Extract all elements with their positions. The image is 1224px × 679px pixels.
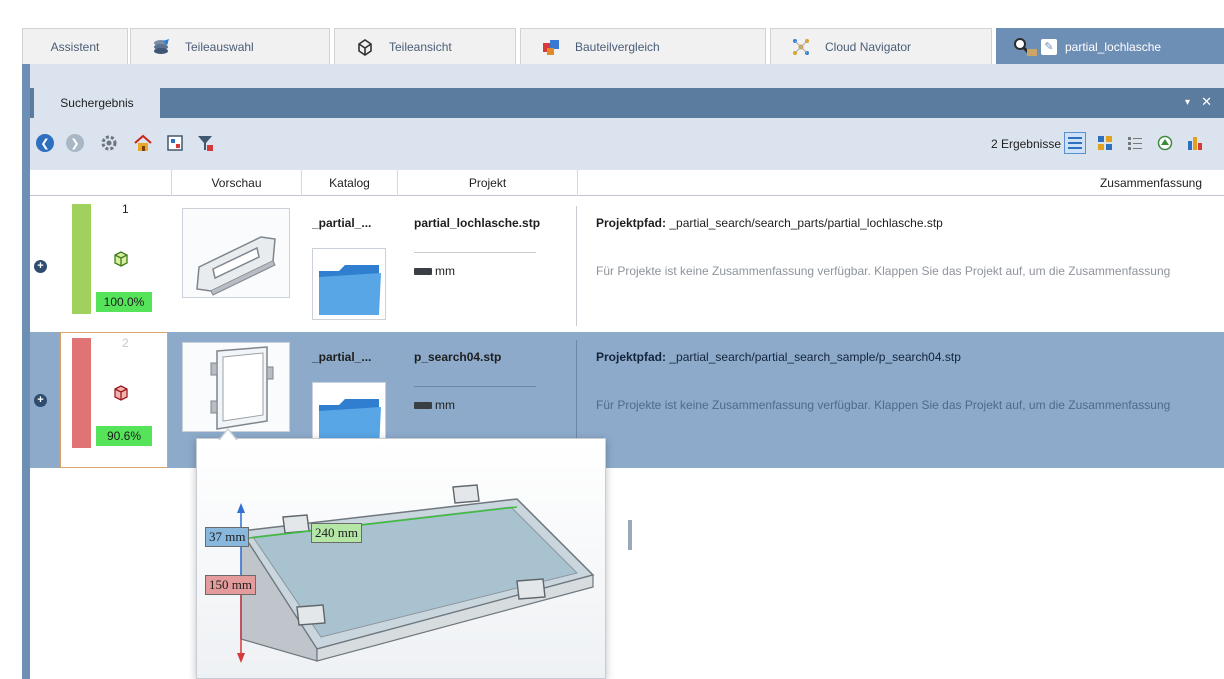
tab-label: Teileansicht bbox=[389, 39, 452, 54]
3d-view-button[interactable] bbox=[1154, 132, 1176, 154]
project-path: Projektpfad: _partial_search/partial_sea… bbox=[596, 350, 961, 364]
home-button[interactable] bbox=[132, 132, 154, 154]
match-percent: 100.0% bbox=[96, 292, 152, 312]
back-button[interactable]: ❮ bbox=[34, 132, 56, 154]
divider bbox=[414, 252, 536, 253]
result-count: 2 Ergebnisse bbox=[990, 137, 1061, 151]
chart-view-icon bbox=[1188, 137, 1202, 150]
column-header-vorschau[interactable]: Vorschau bbox=[172, 170, 302, 196]
expand-row-icon[interactable]: + bbox=[34, 260, 47, 273]
preview-thumbnail[interactable] bbox=[182, 208, 290, 298]
forward-button[interactable]: ❯ bbox=[64, 132, 86, 154]
partial-search-icon bbox=[1013, 37, 1037, 57]
summary-text: Für Projekte ist keine Zusammenfassung v… bbox=[596, 264, 1171, 278]
panel-close-icon[interactable]: ✕ bbox=[1201, 94, 1212, 110]
component-compare-icon bbox=[541, 37, 561, 57]
column-header-rank[interactable] bbox=[30, 170, 172, 196]
dimension-height-label: 37 mm bbox=[205, 527, 250, 547]
tab-label: Assistent bbox=[50, 39, 100, 54]
unit-label: mm bbox=[414, 398, 455, 412]
project-path-value: _partial_search/search_parts/partial_loc… bbox=[669, 216, 943, 230]
column-header-zusammenfassung[interactable]: Zusammenfassung bbox=[578, 170, 1224, 196]
3d-preview-popup[interactable]: 37 mm 240 mm 150 mm bbox=[196, 438, 606, 679]
tab-label: Teileauswahl bbox=[185, 39, 254, 54]
3d-part-preview bbox=[197, 439, 605, 678]
tab-assistent[interactable]: Assistent bbox=[22, 28, 128, 64]
tab-teileansicht[interactable]: Teileansicht bbox=[334, 28, 516, 64]
detail-view-icon bbox=[1128, 137, 1142, 150]
match-bar bbox=[72, 204, 91, 314]
project-name[interactable]: partial_lochlasche.stp bbox=[414, 216, 540, 230]
popup-pointer-fill bbox=[220, 430, 236, 440]
tab-label: Cloud Navigator bbox=[825, 39, 912, 54]
back-icon: ❮ bbox=[36, 134, 54, 152]
project-path-value: _partial_search/partial_search_sample/p_… bbox=[669, 350, 961, 364]
catalog-folder-icon[interactable] bbox=[312, 248, 386, 320]
cloud-navigator-icon bbox=[791, 37, 811, 57]
main-tab-strip: Assistent Teileauswahl Teileansicht Baut… bbox=[22, 28, 1224, 64]
scrollbar-thumb[interactable] bbox=[628, 520, 632, 550]
settings-gear-icon bbox=[101, 135, 117, 151]
match-cube-icon bbox=[114, 385, 128, 401]
preview-thumbnail[interactable] bbox=[182, 342, 290, 432]
tab-teileauswahl[interactable]: Teileauswahl bbox=[130, 28, 330, 64]
table-row[interactable]: + 1 100.0% _partial_... partial_lochlasc… bbox=[30, 198, 1224, 334]
catalog-name: _partial_... bbox=[312, 350, 372, 364]
summary-text: Für Projekte ist keine Zusammenfassung v… bbox=[596, 398, 1171, 412]
export-icon bbox=[167, 135, 183, 151]
chart-view-button[interactable] bbox=[1184, 132, 1206, 154]
match-bar bbox=[72, 338, 91, 448]
grid-view-icon bbox=[1098, 136, 1112, 150]
forward-icon: ❯ bbox=[66, 134, 84, 152]
dimension-length-label: 240 mm bbox=[311, 523, 362, 543]
match-cube-icon bbox=[114, 251, 128, 267]
list-view-button[interactable] bbox=[1064, 132, 1086, 154]
grid-view-button[interactable] bbox=[1094, 132, 1116, 154]
part-view-icon bbox=[355, 37, 375, 57]
table-header: Vorschau Katalog Projekt Zusammenfassung bbox=[30, 170, 1224, 196]
divider bbox=[576, 206, 577, 326]
rank-number: 2 bbox=[122, 336, 129, 350]
unit-value: mm bbox=[435, 398, 455, 412]
list-view-icon bbox=[1068, 137, 1082, 149]
tab-bauteilvergleich[interactable]: Bauteilvergleich bbox=[520, 28, 766, 64]
document-icon: ✎ bbox=[1041, 38, 1057, 55]
filter-icon bbox=[198, 136, 213, 151]
parts-selection-icon bbox=[151, 37, 171, 57]
result-toolbar: ❮ ❯ 2 Ergebnisse bbox=[30, 118, 1224, 170]
tab-cloud-navigator[interactable]: Cloud Navigator bbox=[770, 28, 992, 64]
column-header-projekt[interactable]: Projekt bbox=[398, 170, 578, 196]
panel-tab-bar: Suchergebnis ▾ ✕ bbox=[30, 88, 1224, 118]
ruler-icon bbox=[414, 267, 432, 275]
settings-button[interactable] bbox=[98, 132, 120, 154]
divider bbox=[414, 386, 536, 387]
3d-view-icon bbox=[1157, 135, 1173, 151]
project-path-label: Projektpfad: bbox=[596, 216, 667, 230]
tab-label: partial_lochlasche bbox=[1065, 39, 1162, 54]
panel-dropdown-icon[interactable]: ▾ bbox=[1185, 97, 1190, 108]
project-path: Projektpfad: _partial_search/search_part… bbox=[596, 216, 943, 230]
project-path-label: Projektpfad: bbox=[596, 350, 667, 364]
column-header-katalog[interactable]: Katalog bbox=[302, 170, 398, 196]
expand-row-icon[interactable]: + bbox=[34, 394, 47, 407]
unit-value: mm bbox=[435, 264, 455, 278]
unit-label: mm bbox=[414, 264, 455, 278]
tab-partial-lochlasche[interactable]: ✎ partial_lochlasche bbox=[996, 28, 1224, 64]
catalog-name: _partial_... bbox=[312, 216, 372, 230]
export-button[interactable] bbox=[164, 132, 186, 154]
home-icon bbox=[134, 134, 152, 151]
filter-button[interactable] bbox=[194, 132, 216, 154]
project-name[interactable]: p_search04.stp bbox=[414, 350, 501, 364]
rank-number: 1 bbox=[122, 202, 129, 216]
dimension-width-label: 150 mm bbox=[205, 575, 256, 595]
detail-view-button[interactable] bbox=[1124, 132, 1146, 154]
ruler-icon bbox=[414, 401, 432, 409]
match-percent: 90.6% bbox=[96, 426, 152, 446]
tab-suchergebnis[interactable]: Suchergebnis bbox=[34, 88, 160, 118]
tab-label: Bauteilvergleich bbox=[575, 39, 660, 54]
